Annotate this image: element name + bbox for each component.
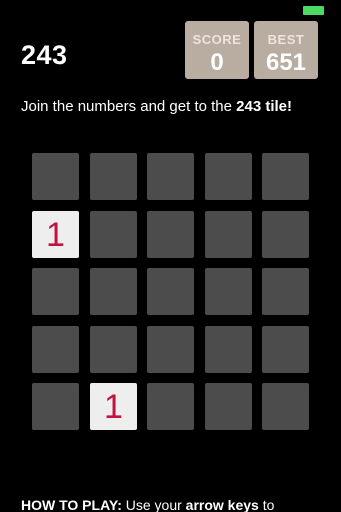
empty-cell <box>32 153 79 200</box>
score-box: SCORE 0 <box>185 21 249 79</box>
empty-cell <box>147 326 194 373</box>
empty-cell <box>205 268 252 315</box>
best-label: BEST <box>267 32 305 47</box>
empty-cell <box>262 211 309 258</box>
how-to-play-text: Use your <box>121 497 186 512</box>
empty-cell <box>262 153 309 200</box>
battery-icon <box>303 6 324 15</box>
empty-cell <box>205 326 252 373</box>
empty-cell <box>205 383 252 430</box>
best-score-box: BEST 651 <box>254 21 318 79</box>
empty-cell <box>205 153 252 200</box>
empty-cell <box>147 383 194 430</box>
score-value: 0 <box>210 49 224 76</box>
how-to-play: HOW TO PLAY: Use your arrow keys to <box>21 497 341 512</box>
tile-value: 1 <box>104 387 123 426</box>
empty-cell <box>262 326 309 373</box>
empty-cell <box>90 326 137 373</box>
game-title: 243 <box>21 40 68 70</box>
arrow-keys-text: arrow keys <box>185 497 259 512</box>
score-label: SCORE <box>192 32 242 47</box>
empty-cell <box>32 326 79 373</box>
intro-target: 243 tile! <box>236 98 293 115</box>
best-value: 651 <box>265 49 307 76</box>
empty-cell <box>32 383 79 430</box>
empty-cell <box>262 268 309 315</box>
tile: 1 <box>32 211 79 258</box>
how-to-play-suffix: to <box>258 497 275 512</box>
empty-cell <box>205 211 252 258</box>
empty-cell <box>32 268 79 315</box>
empty-cell <box>147 153 194 200</box>
empty-cell <box>147 268 194 315</box>
tile: 1 <box>90 383 137 430</box>
empty-cell <box>90 153 137 200</box>
intro-prefix: Join the numbers and get to the <box>21 98 237 115</box>
intro-text: Join the numbers and get to the 243 tile… <box>21 98 331 115</box>
tile-value: 1 <box>46 215 65 254</box>
empty-cell <box>262 383 309 430</box>
game-board[interactable]: 11 <box>32 153 309 431</box>
empty-cell <box>147 211 194 258</box>
empty-cell <box>90 268 137 315</box>
empty-cell <box>90 211 137 258</box>
how-to-play-heading: HOW TO PLAY: <box>21 497 122 512</box>
game-page: 243 SCORE 0 BEST 651 Join the numbers an… <box>0 0 341 512</box>
